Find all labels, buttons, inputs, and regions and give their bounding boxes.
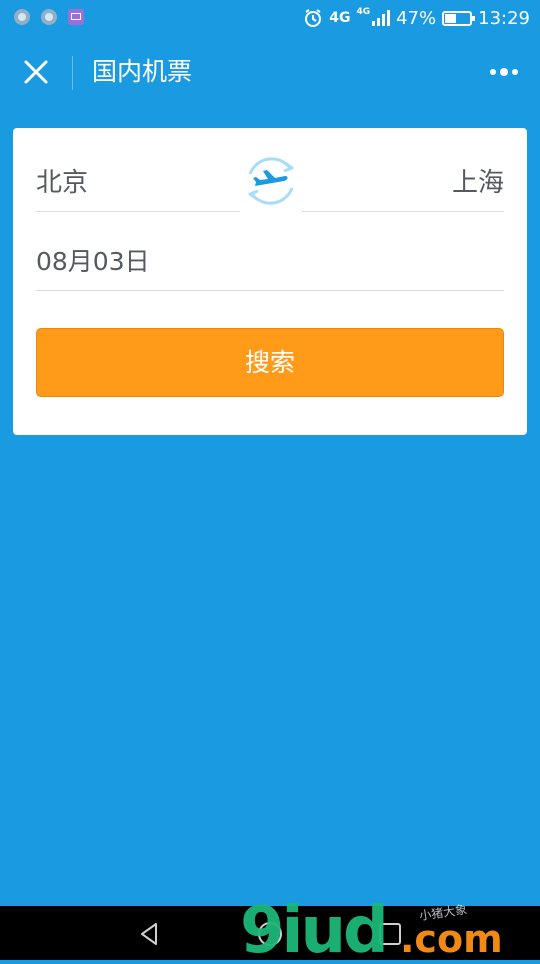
recent-square-icon[interactable] bbox=[376, 920, 404, 948]
home-circle-icon[interactable] bbox=[256, 920, 284, 948]
page-title: 国内机票 bbox=[92, 57, 193, 86]
close-icon[interactable] bbox=[18, 54, 54, 90]
battery-percent: 47% bbox=[396, 7, 437, 29]
departure-underline bbox=[36, 211, 240, 212]
search-button[interactable]: 搜索 bbox=[36, 328, 504, 397]
flight-search-card: 北京 上海 08月03日 搜索 bbox=[13, 128, 527, 435]
clock-time: 13:29 bbox=[478, 7, 530, 29]
more-dots-icon[interactable] bbox=[486, 60, 522, 84]
alarm-clock-icon bbox=[305, 9, 322, 27]
network-type-small: 4G bbox=[356, 7, 371, 17]
status-bar: 4G 4G 47% 13:29 bbox=[0, 0, 540, 36]
departure-date-field[interactable]: 08月03日 bbox=[36, 245, 150, 279]
notification-icons bbox=[14, 9, 84, 25]
departure-city[interactable]: 北京 bbox=[36, 166, 88, 200]
chat-icon bbox=[41, 9, 57, 25]
plane-swap-icon[interactable] bbox=[240, 150, 302, 212]
battery-icon bbox=[442, 10, 476, 26]
back-triangle-icon[interactable] bbox=[136, 920, 164, 948]
system-nav-bar bbox=[0, 906, 540, 960]
signal-icon bbox=[372, 10, 391, 26]
nav-bar: 国内机票 bbox=[0, 36, 540, 108]
picture-icon bbox=[68, 9, 84, 25]
message-bubble-icon bbox=[14, 9, 30, 25]
arrival-city[interactable]: 上海 bbox=[452, 166, 504, 200]
nav-divider bbox=[72, 56, 73, 90]
network-type: 4G bbox=[329, 10, 351, 26]
status-indicators: 4G 4G 47% 13:29 bbox=[303, 4, 530, 32]
date-underline bbox=[36, 290, 504, 291]
battery-level bbox=[445, 13, 457, 23]
arrival-underline bbox=[302, 211, 504, 212]
